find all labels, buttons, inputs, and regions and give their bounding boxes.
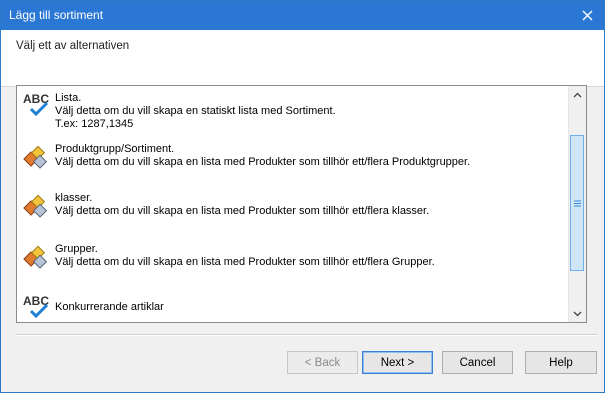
product-group-icon xyxy=(23,245,48,269)
option-title: klasser. xyxy=(55,192,93,204)
grip-icon xyxy=(573,200,581,206)
options-list[interactable]: ABC Lista. Välj detta om du vill skapa e… xyxy=(16,85,587,323)
scroll-thumb[interactable] xyxy=(570,135,584,271)
list-item-konkurrerande[interactable]: ABC Konkurrerande artiklar xyxy=(17,290,567,320)
list-item-grupper[interactable]: Grupper. Välj detta om du vill skapa en … xyxy=(17,239,567,279)
option-title: Lista. xyxy=(55,92,82,104)
dialog-window: Lägg till sortiment Välj ett av alternat… xyxy=(0,0,605,393)
option-example: T.ex: 1287,1345 xyxy=(55,118,134,130)
spellcheck-abc-icon: ABC xyxy=(23,294,49,319)
divider xyxy=(16,334,598,336)
header-panel: Välj ett av alternativen xyxy=(1,30,604,87)
title-bar: Lägg till sortiment xyxy=(1,1,604,30)
close-icon xyxy=(582,10,592,21)
scroll-up-button[interactable] xyxy=(569,86,586,103)
window-title: Lägg till sortiment xyxy=(9,8,104,22)
chevron-up-icon xyxy=(573,92,582,97)
next-button[interactable]: Next > xyxy=(362,351,433,374)
close-button[interactable] xyxy=(570,1,604,30)
option-description: Välj detta om du vill skapa en lista med… xyxy=(55,156,471,168)
option-description: Välj detta om du vill skapa en statiskt … xyxy=(55,105,336,117)
list-item-produktgrupp[interactable]: Produktgrupp/Sortiment. Välj detta om du… xyxy=(17,139,567,179)
option-title: Produktgrupp/Sortiment. xyxy=(55,143,175,155)
scroll-down-button[interactable] xyxy=(569,305,586,322)
product-group-icon xyxy=(23,194,48,218)
option-title: Grupper. xyxy=(55,243,98,255)
option-description: Välj detta om du vill skapa en lista med… xyxy=(55,205,430,217)
option-title: Konkurrerande artiklar xyxy=(55,301,164,313)
product-group-icon xyxy=(23,145,48,169)
help-button[interactable]: Help xyxy=(525,351,597,374)
chevron-down-icon xyxy=(573,311,582,316)
subtitle: Välj ett av alternativen xyxy=(16,40,130,52)
option-description: Välj detta om du vill skapa en lista med… xyxy=(55,256,435,268)
back-button[interactable]: < Back xyxy=(287,351,358,374)
vertical-scrollbar[interactable] xyxy=(568,86,586,322)
spellcheck-abc-icon: ABC xyxy=(23,92,49,117)
list-item-klasser[interactable]: klasser. Välj detta om du vill skapa en … xyxy=(17,188,567,228)
cancel-button[interactable]: Cancel xyxy=(442,351,513,374)
list-item-lista[interactable]: ABC Lista. Välj detta om du vill skapa e… xyxy=(17,88,567,132)
